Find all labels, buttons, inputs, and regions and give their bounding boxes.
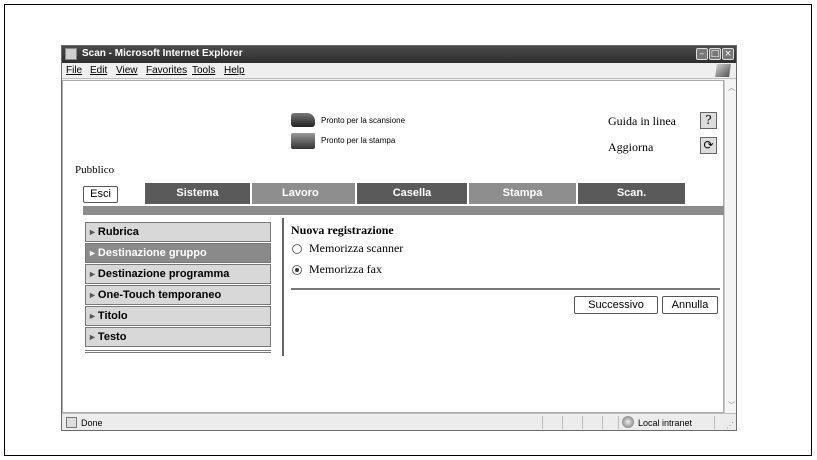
next-button[interactable]: Successivo [574,296,658,314]
scanner-icon [291,113,315,127]
title-bar[interactable]: Scan - Microsoft Internet Explorer – □ × [62,46,736,63]
tab-stampa[interactable]: Stampa [469,183,576,204]
refresh-link[interactable]: Aggiorna [608,140,653,155]
sidebar-item-label: Destinazione gruppo [97,247,207,259]
minimize-icon[interactable]: – [696,48,708,60]
scanner-status: Pronto per la scansione [321,116,406,125]
form-divider [291,288,720,290]
zone-text: Local intranet [638,418,693,428]
sidebar-arrow-icon: ► [88,332,97,342]
menu-help[interactable]: Help [224,65,245,76]
sidebar-item-destinazione-gruppo[interactable]: ►Destinazione gruppo [85,243,271,263]
sidebar-item-rubrica[interactable]: ►Rubrica [85,222,271,242]
cancel-button[interactable]: Annulla [662,296,718,314]
status-separator [542,416,543,429]
close-icon[interactable]: × [722,48,734,60]
sidebar-item-label: Destinazione programma [97,268,230,280]
radio-memorizza-fax[interactable] [292,265,302,275]
tab-casella[interactable]: Casella [357,183,467,204]
sidebar-item-destinazione-programma[interactable]: ►Destinazione programma [85,264,271,284]
status-bar: Done Local intranet ⋰ [62,413,736,430]
user-mode-label: Pubblico [75,164,115,176]
sidebar-item-label: Titolo [97,310,128,322]
status-separator [562,416,563,429]
status-separator [714,416,715,429]
menu-bar: File Edit View Favorites Tools Help [62,63,736,79]
ie-icon [65,48,77,60]
sidebar-arrow-icon: ► [88,227,97,237]
nav-divider-band [83,206,724,215]
sidebar-item-titolo[interactable]: ►Titolo [85,306,271,326]
vertical-scrollbar[interactable]: ︿ ﹀ [724,80,736,413]
status-separator [602,416,603,429]
sidebar-arrow-icon: ► [88,311,97,321]
sidebar-item-testo[interactable]: ►Testo [85,327,271,347]
printer-icon [291,133,315,149]
tab-lavoro[interactable]: Lavoro [252,183,355,204]
sidebar-arrow-icon: ► [88,290,97,300]
status-separator [618,416,619,429]
sidebar-item-label: One-Touch temporaneo [97,289,222,301]
sidebar-bottom-rule [85,350,271,353]
menu-tools[interactable]: Tools [192,65,215,76]
sidebar-item-label: Testo [97,331,127,343]
status-text: Done [81,418,103,428]
sidebar-arrow-icon: ► [88,269,97,279]
scroll-down-icon[interactable]: ﹀ [726,400,736,411]
printer-status: Pronto per la stampa [321,136,396,145]
tab-sistema[interactable]: Sistema [145,183,250,204]
help-link[interactable]: Guida in linea [608,114,676,129]
refresh-icon[interactable]: ⟳ [700,137,717,154]
radio-label-scanner[interactable]: Memorizza scanner [309,241,403,256]
window-title: Scan - Microsoft Internet Explorer [82,48,243,59]
browser-window: Scan - Microsoft Internet Explorer – □ ×… [61,45,737,431]
sidebar-item-label: Rubrica [97,226,139,238]
intranet-zone-icon [622,416,634,428]
sidebar-item-one-touch-temporaneo[interactable]: ►One-Touch temporaneo [85,285,271,305]
windows-logo-icon [715,64,731,77]
tab-scan[interactable]: Scan. [578,183,685,204]
sidebar-arrow-icon: ► [88,248,97,258]
menu-view[interactable]: View [116,65,138,76]
content-divider [282,218,284,356]
menu-file[interactable]: File [66,65,82,76]
menu-edit[interactable]: Edit [90,65,107,76]
menu-favorites[interactable]: Favorites [146,65,187,76]
status-separator [582,416,583,429]
maximize-icon[interactable]: □ [709,48,721,60]
radio-label-fax[interactable]: Memorizza fax [309,262,382,277]
help-icon[interactable]: ? [700,112,717,129]
form-heading: Nuova registrazione [291,223,394,237]
radio-memorizza-scanner[interactable] [292,244,302,254]
logout-button[interactable]: Esci [83,186,118,203]
page-done-icon [66,417,77,428]
scroll-up-icon[interactable]: ︿ [726,82,736,93]
resize-grip-icon[interactable]: ⋰ [726,421,734,430]
